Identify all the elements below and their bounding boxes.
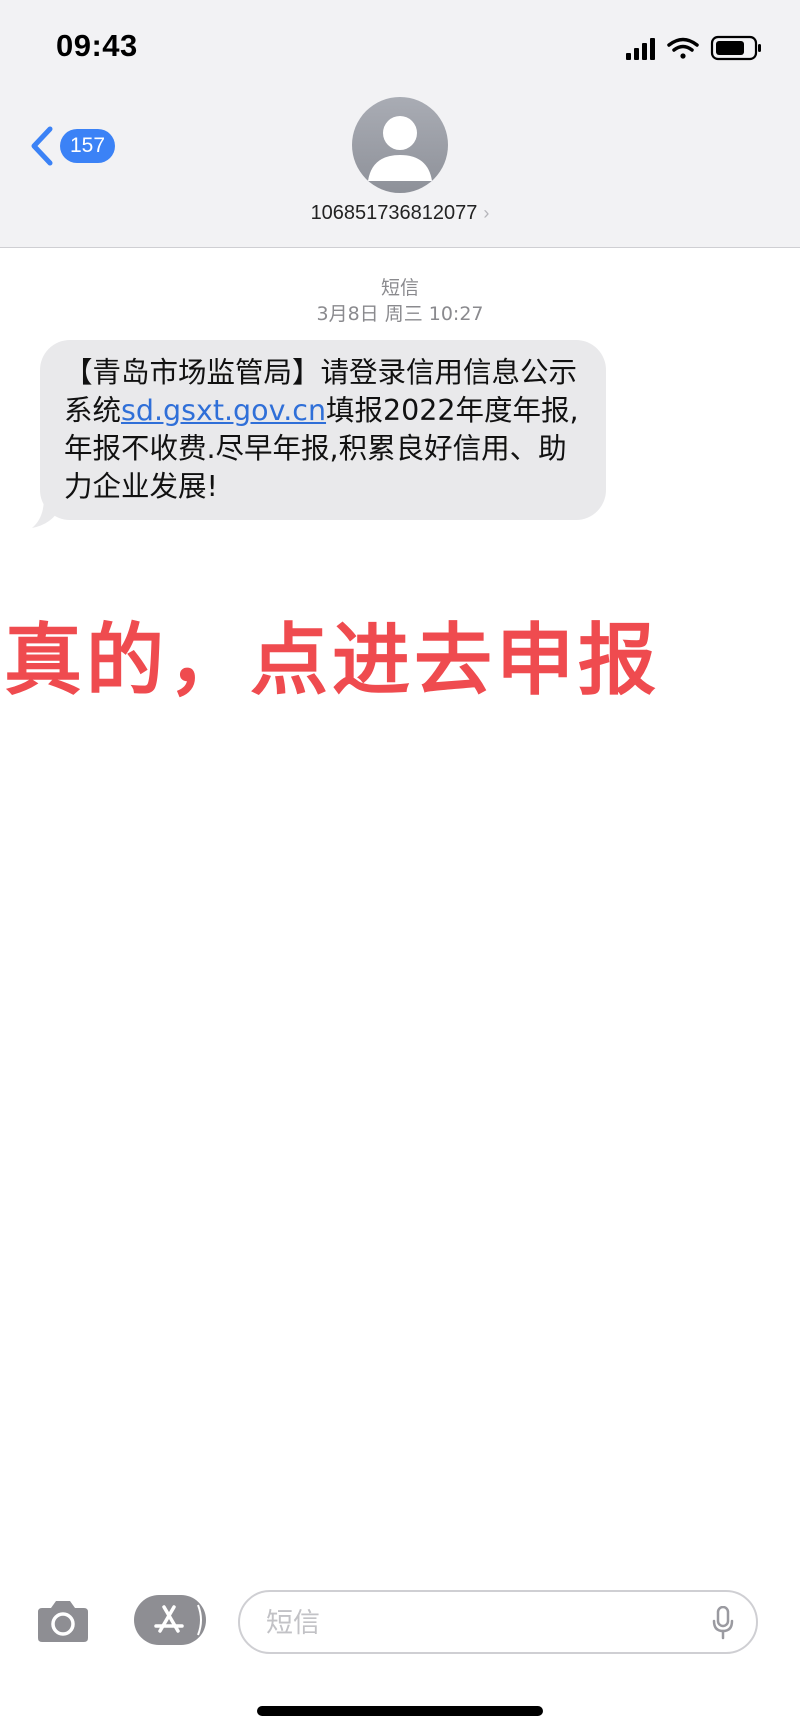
camera-icon[interactable] [34,1598,92,1646]
app-store-icon[interactable] [134,1595,206,1645]
unread-count-badge: 157 [60,129,116,163]
back-button[interactable]: 157 [28,124,116,168]
chevron-right-icon: › [483,203,490,223]
red-annotation-text: 真的，点进去申报 [4,616,661,706]
message-timestamp: 3月8日 周三 10:27 [316,303,484,325]
incoming-message-bubble[interactable]: 【青岛市场监管局】请登录信用信息公示系统sd.gsxt.gov.cn填报2022… [40,340,606,520]
status-bar-time: 09:43 [56,28,138,63]
wifi-icon [667,37,699,59]
microphone-icon[interactable] [712,1606,734,1640]
signal-icon [626,38,655,60]
status-icons [626,35,761,61]
home-indicator[interactable] [257,1706,543,1716]
contact-avatar[interactable] [352,97,448,193]
chevron-left-icon [31,126,53,166]
contact-number: 106851736812077 [310,202,478,224]
person-icon [368,116,432,181]
contact-info[interactable]: 106851736812077 › [0,202,800,225]
message-type-label: 短信 [380,277,419,299]
battery-icon [710,35,761,61]
message-input-field[interactable] [238,1590,758,1654]
navigation-header: 09:43 157 106851736812077 › [0,0,800,248]
message-composer [0,1580,800,1670]
message-input[interactable] [264,1592,688,1654]
message-link[interactable]: sd.gsxt.gov.cn [121,394,326,427]
